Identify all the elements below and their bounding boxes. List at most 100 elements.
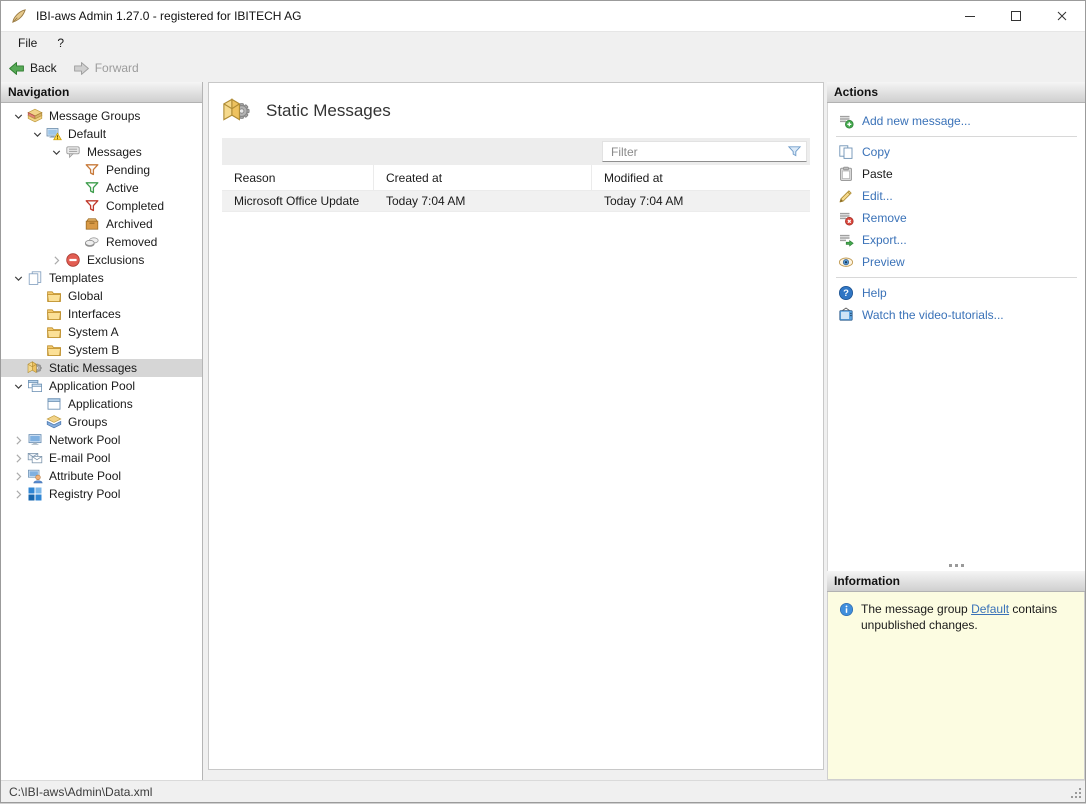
tree-item-label: Completed — [106, 199, 164, 213]
back-button[interactable]: Back — [8, 60, 57, 77]
tree-item-label: Removed — [106, 235, 157, 249]
minimize-button[interactable] — [947, 1, 993, 31]
default-group-link[interactable]: Default — [971, 602, 1009, 616]
back-label: Back — [30, 61, 57, 75]
messages-table: ReasonCreated atModified at Microsoft Of… — [222, 165, 810, 212]
menu-item-help[interactable]: ? — [47, 33, 74, 53]
app-pool-icon — [27, 378, 43, 394]
action-remove[interactable]: Remove — [828, 207, 1085, 229]
tree-item-active[interactable]: Active — [1, 179, 202, 197]
tree-item-label: Active — [106, 181, 139, 195]
column-header-created-at[interactable]: Created at — [374, 165, 592, 190]
action-label: Watch the video-tutorials... — [862, 308, 1004, 322]
app-body: Navigation Message GroupsDefaultMessages… — [1, 82, 1085, 780]
action-help[interactable]: ?Help — [828, 282, 1085, 304]
table-body: Microsoft Office UpdateToday 7:04 AMToda… — [222, 191, 810, 212]
tree-item-label: Applications — [68, 397, 133, 411]
right-panel: Actions Add new message...CopyPasteEdit.… — [827, 82, 1085, 780]
forward-button[interactable]: Forward — [73, 60, 139, 77]
resize-grip[interactable] — [1068, 785, 1084, 801]
tree-item-messages[interactable]: Messages — [1, 143, 202, 161]
chevron-right-icon[interactable] — [9, 433, 27, 447]
chevron-down-icon[interactable] — [9, 379, 27, 393]
navigation-tree: Message GroupsDefaultMessagesPending Acti… — [1, 103, 202, 780]
filter-funnel-icon[interactable] — [787, 144, 802, 159]
menu-item-file[interactable]: File — [8, 33, 47, 53]
chevron-spacer — [66, 181, 84, 195]
tree-item-registry-pool[interactable]: Registry Pool — [1, 485, 202, 503]
chevron-right-icon[interactable] — [9, 451, 27, 465]
action-copy[interactable]: Copy — [828, 141, 1085, 163]
actions-list: Add new message... CopyPaste Edit... Remove… — [827, 103, 1085, 560]
information-header: Information — [827, 571, 1085, 592]
chevron-right-icon[interactable] — [9, 487, 27, 501]
action-edit[interactable]: Edit... — [828, 185, 1085, 207]
chevron-right-icon[interactable] — [9, 469, 27, 483]
tree-item-label: Attribute Pool — [49, 469, 121, 483]
tree-item-attribute-pool[interactable]: Attribute Pool — [1, 467, 202, 485]
registry-icon — [27, 486, 43, 502]
tree-item-completed[interactable]: Completed — [1, 197, 202, 215]
tree-item-global[interactable]: Global — [1, 287, 202, 305]
tree-item-message-groups[interactable]: Message Groups — [1, 107, 202, 125]
tree-item-static-messages[interactable]: Static Messages — [1, 359, 202, 377]
toolbar: Back Forward — [1, 54, 1085, 82]
chevron-right-icon[interactable] — [47, 253, 65, 267]
action-preview[interactable]: Preview — [828, 251, 1085, 273]
tree-item-exclusions[interactable]: Exclusions — [1, 251, 202, 269]
email-icon — [27, 450, 43, 466]
action-label: Remove — [862, 211, 907, 225]
close-button[interactable] — [1039, 1, 1085, 31]
action-paste[interactable]: Paste — [828, 163, 1085, 185]
chevron-spacer — [28, 397, 46, 411]
filter-input[interactable] — [602, 141, 807, 162]
tree-item-label: Templates — [49, 271, 104, 285]
page-title: Static Messages — [266, 101, 391, 121]
chevron-spacer — [66, 199, 84, 213]
tree-item-pending[interactable]: Pending — [1, 161, 202, 179]
menubar: File ? — [1, 31, 1085, 54]
groups-icon — [46, 414, 62, 430]
chevron-spacer — [66, 217, 84, 231]
tree-item-system-b[interactable]: System B — [1, 341, 202, 359]
application-icon — [46, 396, 62, 412]
column-header-reason[interactable]: Reason — [222, 165, 374, 190]
attribute-icon — [27, 468, 43, 484]
back-arrow-icon — [8, 60, 25, 77]
app-icon — [10, 7, 28, 25]
action-export[interactable]: Export... — [828, 229, 1085, 251]
tree-item-interfaces[interactable]: Interfaces — [1, 305, 202, 323]
tree-item-applications[interactable]: Applications — [1, 395, 202, 413]
action-add-new-message[interactable]: Add new message... — [828, 110, 1085, 132]
action-watch-the-video-tutorials[interactable]: Watch the video-tutorials... — [828, 304, 1085, 326]
tree-item-templates[interactable]: Templates — [1, 269, 202, 287]
chevron-spacer — [66, 235, 84, 249]
chevron-down-icon[interactable] — [9, 271, 27, 285]
chevron-down-icon[interactable] — [47, 145, 65, 159]
tree-item-label: Interfaces — [68, 307, 121, 321]
panel-splitter-handle[interactable] — [827, 560, 1085, 571]
tree-item-system-a[interactable]: System A — [1, 323, 202, 341]
chevron-spacer — [66, 163, 84, 177]
info-icon — [839, 602, 854, 617]
information-panel: Information The message group Default co… — [827, 571, 1085, 780]
tree-item-archived[interactable]: Archived — [1, 215, 202, 233]
column-header-modified-at[interactable]: Modified at — [592, 165, 810, 190]
tree-item-removed[interactable]: Removed — [1, 233, 202, 251]
svg-text:?: ? — [843, 288, 849, 299]
tree-item-default[interactable]: Default — [1, 125, 202, 143]
tree-item-groups[interactable]: Groups — [1, 413, 202, 431]
action-label: Edit... — [862, 189, 893, 203]
tree-item-network-pool[interactable]: Network Pool — [1, 431, 202, 449]
tree-item-application-pool[interactable]: Application Pool — [1, 377, 202, 395]
chevron-down-icon[interactable] — [9, 109, 27, 123]
table-header: ReasonCreated atModified at — [222, 165, 810, 191]
preview-icon — [838, 254, 854, 270]
table-row[interactable]: Microsoft Office UpdateToday 7:04 AMToda… — [222, 191, 810, 212]
maximize-button[interactable] — [993, 1, 1039, 31]
chevron-down-icon[interactable] — [28, 127, 46, 141]
tree-item-e-mail-pool[interactable]: E-mail Pool — [1, 449, 202, 467]
removed-icon — [84, 234, 100, 250]
message-remove-icon — [838, 210, 854, 226]
help-icon: ? — [838, 285, 854, 301]
